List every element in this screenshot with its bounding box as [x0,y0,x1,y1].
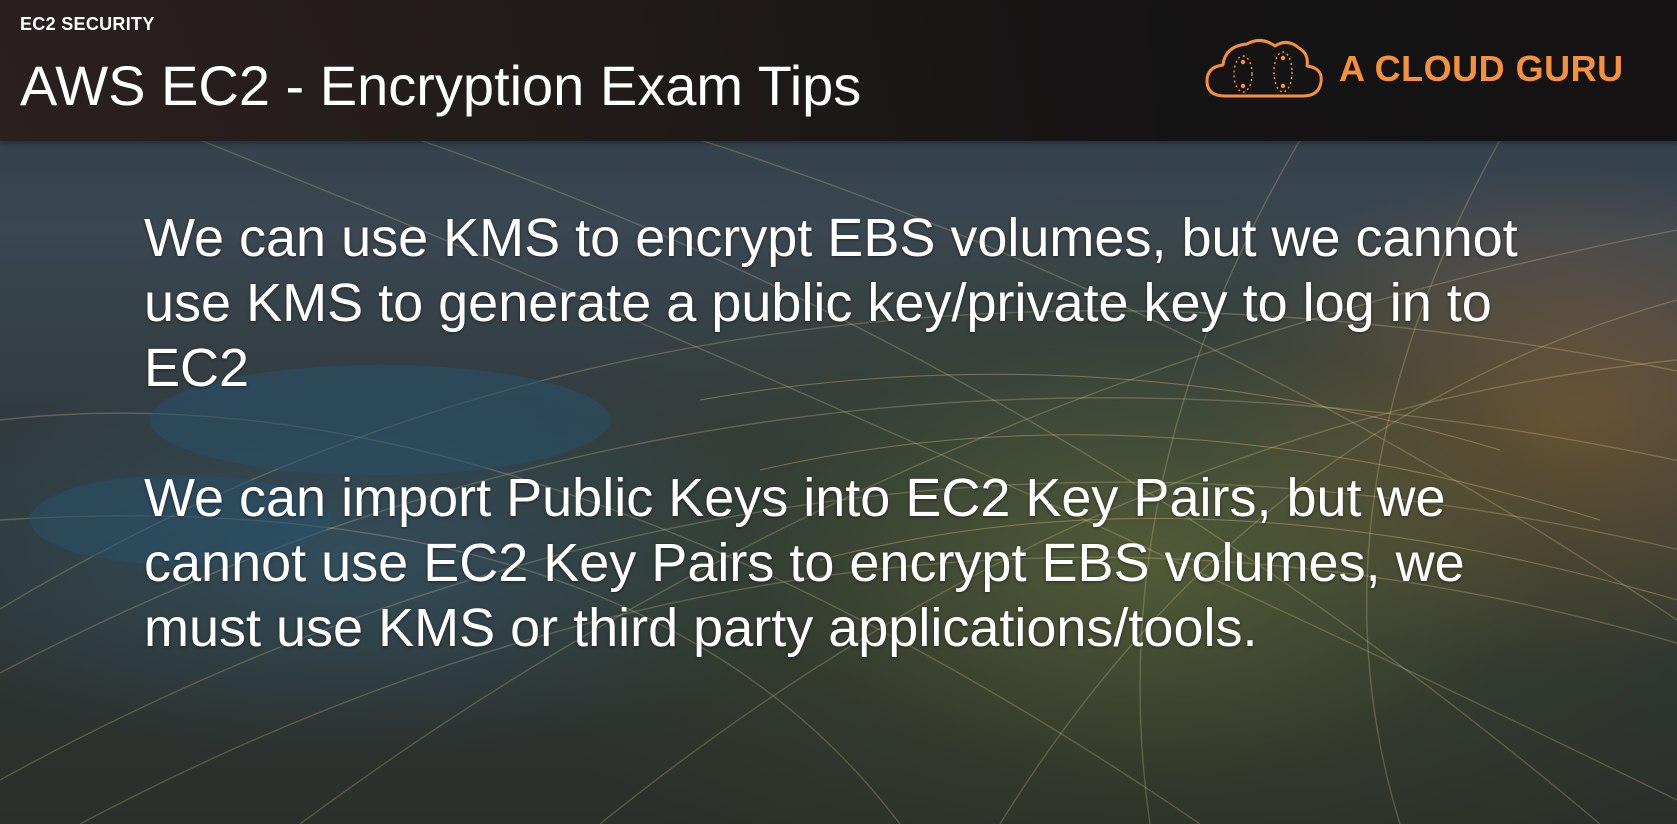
tip-kms: We can use KMS to encrypt EBS volumes, b… [144,208,1518,398]
section-label: EC2 SECURITY [20,14,155,34]
brand: A CLOUD GURU [1203,34,1624,104]
header-bar: EC2 SECURITY AWS EC2 - Encryption Exam T… [0,0,1677,141]
slide: EC2 SECURITY AWS EC2 - Encryption Exam T… [0,0,1677,824]
tips-content: We can use KMS to encrypt EBS volumes, b… [144,206,1584,661]
tip-key-pairs: We can import Public Keys into EC2 Key P… [144,468,1465,658]
cloud-logo-icon [1205,39,1323,98]
brand-name: A CLOUD GURU [1339,48,1624,89]
slide-title: AWS EC2 - Encryption Exam Tips [20,54,862,117]
